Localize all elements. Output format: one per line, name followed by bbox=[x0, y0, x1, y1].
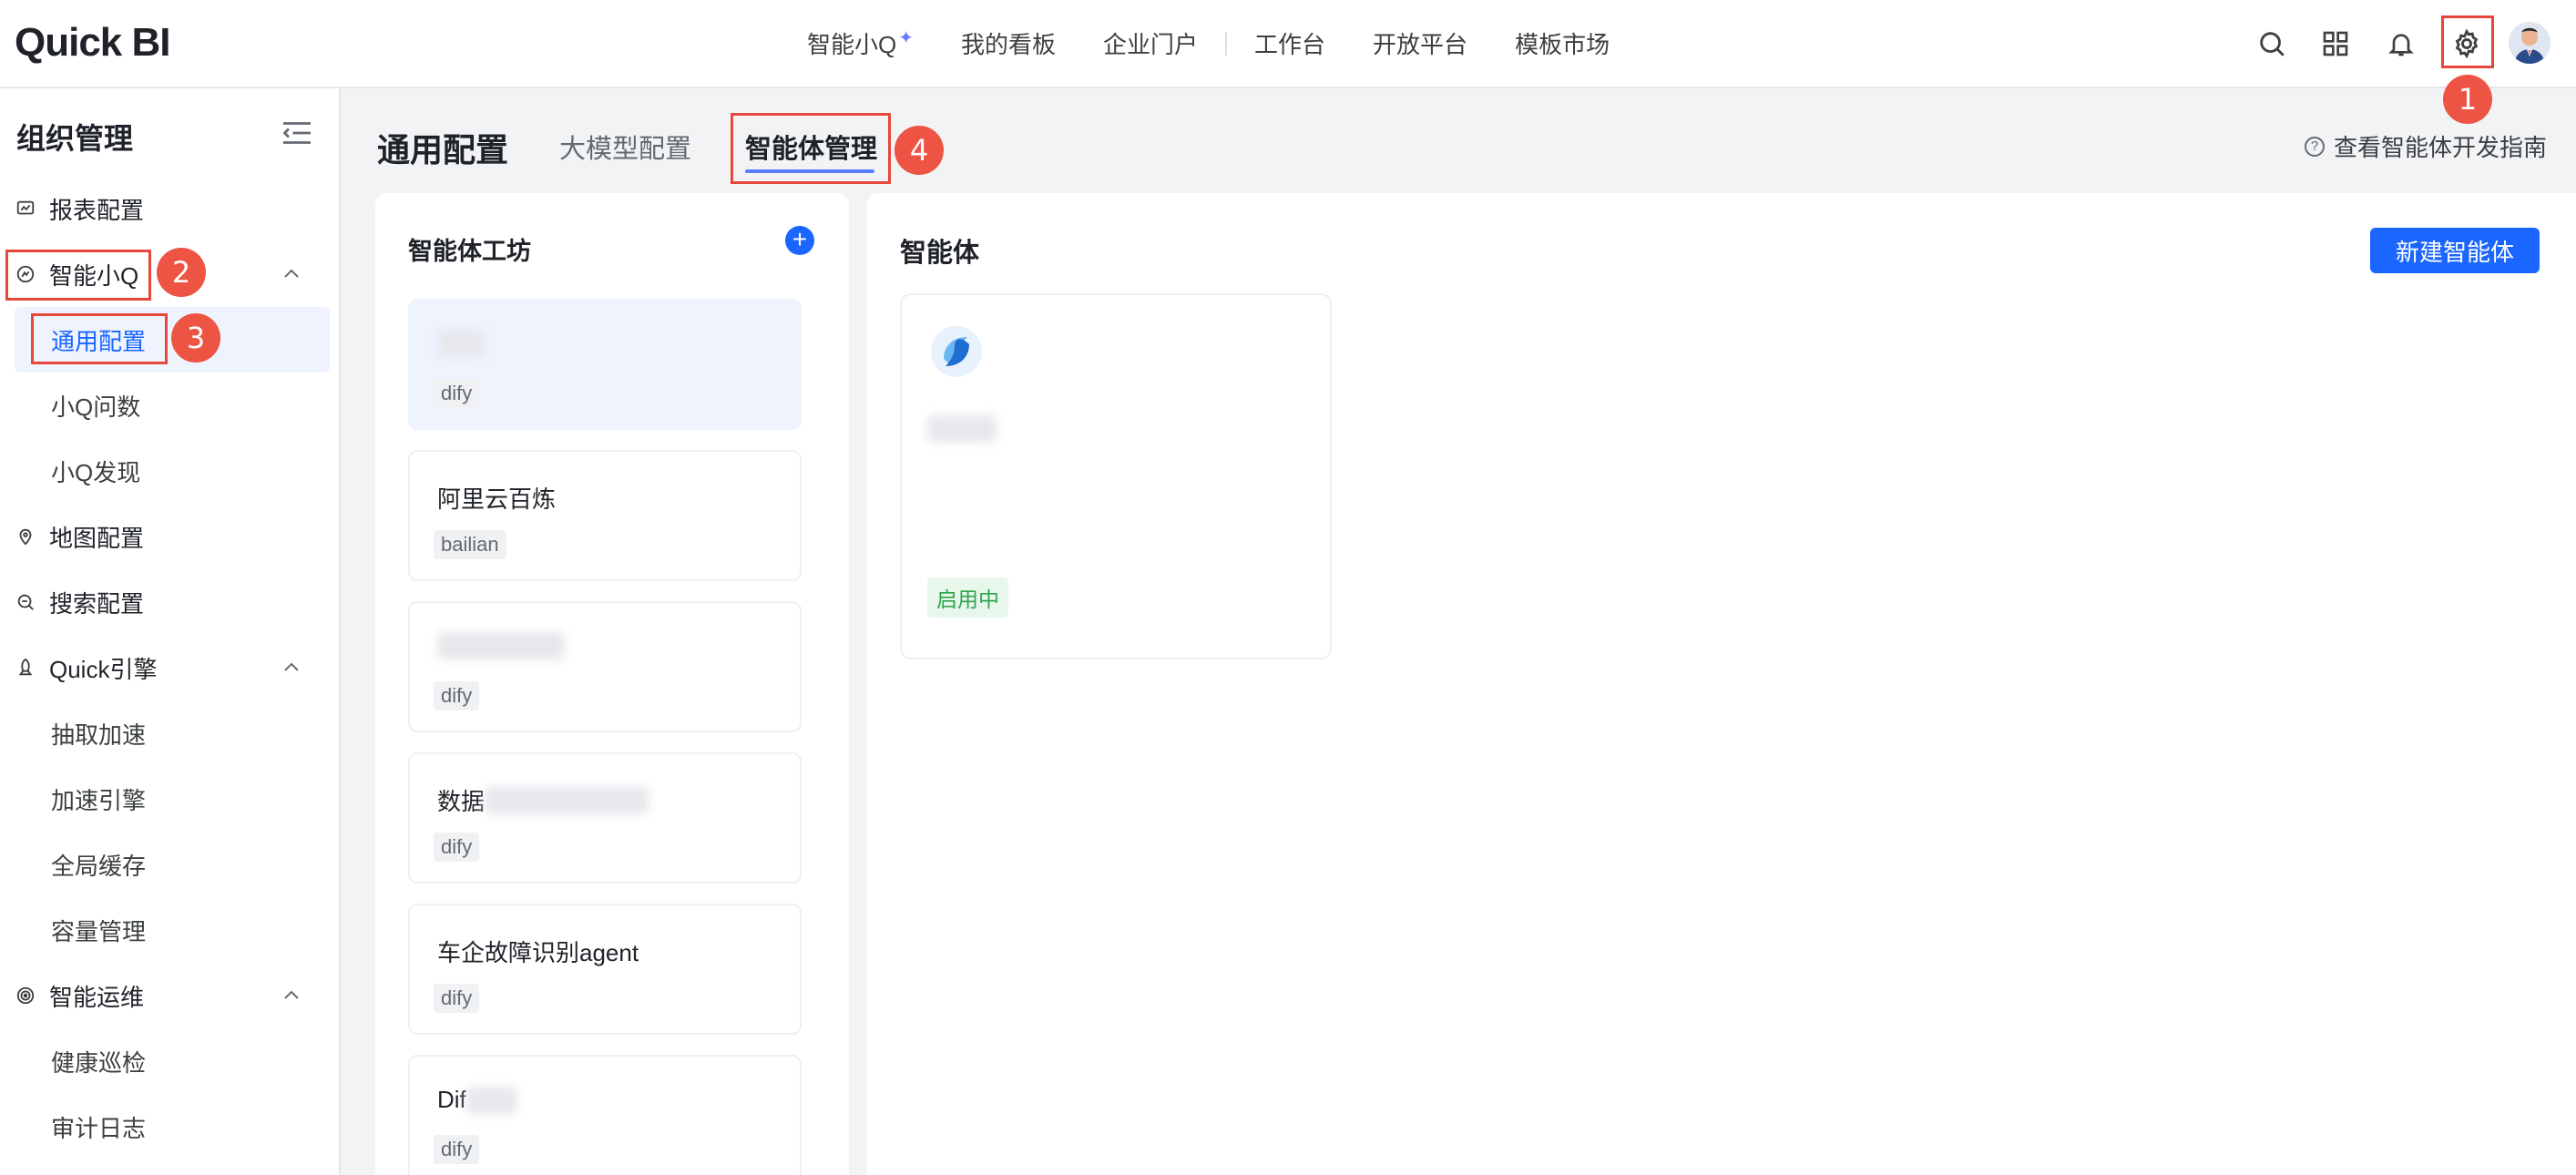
smart-q-icon bbox=[15, 263, 36, 285]
sidebar-item-label: 加速引擎 bbox=[51, 786, 147, 814]
chevron-up-icon[interactable] bbox=[281, 263, 302, 285]
sidebar-item-smart-ops[interactable]: 智能运维 bbox=[0, 963, 341, 1028]
agent-card[interactable]: 启用中 bbox=[900, 293, 1332, 659]
sidebar-item-label: 小Q问数 bbox=[51, 393, 141, 421]
sidebar-item-quick-engine[interactable]: Quick引擎 bbox=[0, 635, 341, 700]
agents-title: 智能体 bbox=[900, 239, 980, 268]
map-pin-icon bbox=[15, 526, 36, 547]
sidebar-item-label: 报表配置 bbox=[49, 196, 145, 224]
search-icon[interactable] bbox=[2252, 24, 2292, 64]
nav-open-platform[interactable]: 开放平台 bbox=[1373, 26, 1467, 60]
sidebar-item-label: Quick引擎 bbox=[49, 655, 158, 683]
workshop-card-name: 阿里云百炼 bbox=[437, 485, 557, 513]
chevron-up-icon[interactable] bbox=[281, 657, 302, 679]
sidebar-item-extract-accel[interactable]: 抽取加速 bbox=[0, 700, 341, 766]
workshop-card-name bbox=[437, 330, 485, 357]
new-agent-button[interactable]: 新建智能体 bbox=[2370, 228, 2540, 273]
annotation-badge-1: 1 bbox=[2443, 75, 2492, 124]
gear-icon[interactable] bbox=[2447, 24, 2487, 64]
sidebar-item-label: 抽取加速 bbox=[51, 720, 147, 749]
nav-divider bbox=[1225, 31, 1228, 56]
workshop-card[interactable]: dify bbox=[408, 601, 802, 732]
workshop-card-name: 车企故障识别agent bbox=[437, 939, 639, 966]
sidebar-item-health-check[interactable]: 健康巡检 bbox=[0, 1028, 341, 1094]
bell-icon[interactable] bbox=[2381, 24, 2421, 64]
agent-workshop-panel: 智能体工坊 + dify 阿里云百炼 bailian dify 数据 dify … bbox=[375, 193, 849, 1175]
dev-guide-label: 查看智能体开发指南 bbox=[2333, 134, 2547, 161]
rocket-icon bbox=[15, 657, 36, 679]
quick-bi-logo[interactable]: Quick BI bbox=[15, 20, 170, 66]
workshop-card[interactable]: dify bbox=[408, 299, 802, 430]
redacted-text bbox=[437, 330, 485, 357]
annotation-badge-3: 3 bbox=[171, 313, 220, 363]
workshop-card[interactable]: 车企故障识别agent dify bbox=[408, 904, 802, 1035]
tab-llm-config[interactable]: 大模型配置 bbox=[559, 128, 691, 166]
sidebar-item-label: 搜索配置 bbox=[49, 589, 145, 618]
sidebar-item-q-ask-data[interactable]: 小Q问数 bbox=[0, 373, 341, 438]
annotation-badge-4: 4 bbox=[894, 126, 944, 175]
collapse-sidebar-icon[interactable] bbox=[281, 119, 313, 147]
workshop-card-tag: bailian bbox=[434, 530, 506, 559]
sidebar-item-label: 审计日志 bbox=[51, 1114, 147, 1142]
nav-my-boards[interactable]: 我的看板 bbox=[961, 26, 1056, 60]
sidebar-item-report-config[interactable]: 报表配置 bbox=[0, 176, 341, 241]
nav-workbench[interactable]: 工作台 bbox=[1254, 26, 1325, 60]
agent-logo-icon bbox=[929, 324, 984, 379]
sidebar-item-global-cache[interactable]: 全局缓存 bbox=[0, 832, 341, 897]
sidebar-item-accel-engine[interactable]: 加速引擎 bbox=[0, 766, 341, 832]
annotation-badge-2: 2 bbox=[157, 248, 206, 297]
redacted-text bbox=[927, 415, 997, 443]
agent-name bbox=[927, 415, 997, 447]
sparkle-icon: ✦ bbox=[898, 28, 914, 48]
sidebar-item-label: 小Q发现 bbox=[51, 458, 141, 486]
tab-agent-management[interactable]: 智能体管理 bbox=[745, 128, 877, 166]
sidebar-item-label: 容量管理 bbox=[51, 917, 147, 945]
redacted-text bbox=[465, 1086, 517, 1114]
top-navigation: 智能小Q ✦ 我的看板 企业门户 工作台 开放平台 模板市场 bbox=[783, 0, 1633, 87]
agents-panel: 智能体 新建智能体 启用中 bbox=[867, 193, 2576, 1175]
workshop-card-tag: dify bbox=[434, 379, 480, 408]
workshop-card[interactable]: 数据 dify bbox=[408, 752, 802, 884]
sidebar-item-q-discover[interactable]: 小Q发现 bbox=[0, 438, 341, 504]
sidebar-item-label: 全局缓存 bbox=[51, 852, 147, 880]
chevron-up-icon[interactable] bbox=[281, 985, 302, 1006]
sidebar-item-label: 智能小Q bbox=[49, 261, 139, 290]
status-badge: 启用中 bbox=[927, 577, 1008, 618]
workshop-title: 智能体工坊 bbox=[408, 238, 531, 265]
workshop-card-name: Dif bbox=[437, 1086, 517, 1114]
target-icon bbox=[15, 985, 36, 1006]
redacted-text bbox=[485, 786, 649, 814]
search-config-icon bbox=[15, 591, 36, 613]
report-icon bbox=[15, 198, 36, 220]
apps-grid-icon[interactable] bbox=[2315, 24, 2356, 64]
sidebar-title: 组织管理 bbox=[16, 122, 134, 155]
sidebar-item-map-config[interactable]: 地图配置 bbox=[0, 504, 341, 569]
sidebar-item-audit-log[interactable]: 审计日志 bbox=[0, 1094, 341, 1160]
workshop-card-tag: dify bbox=[434, 984, 480, 1013]
avatar[interactable] bbox=[2509, 22, 2550, 64]
page-title: 通用配置 bbox=[377, 131, 509, 169]
workshop-card-tag: dify bbox=[434, 681, 480, 710]
workshop-card-tag: dify bbox=[434, 833, 480, 862]
workshop-card-tag: dify bbox=[434, 1135, 480, 1164]
add-workshop-button[interactable]: + bbox=[785, 226, 814, 255]
sidebar-item-label: 通用配置 bbox=[51, 327, 147, 355]
dev-guide-link[interactable]: ? 查看智能体开发指南 bbox=[2304, 129, 2547, 163]
nav-enterprise-portal[interactable]: 企业门户 bbox=[1103, 26, 1198, 60]
workshop-card-name: 数据 bbox=[437, 783, 649, 817]
nav-smart-q[interactable]: 智能小Q ✦ bbox=[807, 26, 914, 60]
sidebar-item-label: 健康巡检 bbox=[51, 1048, 147, 1077]
active-tab-indicator bbox=[745, 169, 874, 173]
workshop-card-name bbox=[437, 632, 565, 659]
redacted-text bbox=[437, 632, 565, 659]
sidebar-item-search-config[interactable]: 搜索配置 bbox=[0, 569, 341, 635]
sidebar-item-capacity[interactable]: 容量管理 bbox=[0, 897, 341, 963]
workshop-card[interactable]: Dif dify bbox=[408, 1055, 802, 1175]
sidebar-item-label: 地图配置 bbox=[49, 524, 145, 552]
workshop-card[interactable]: 阿里云百炼 bailian bbox=[408, 450, 802, 581]
sidebar-item-label: 智能运维 bbox=[49, 983, 145, 1011]
top-bar: Quick BI 智能小Q ✦ 我的看板 企业门户 工作台 开放平台 模板市场 bbox=[0, 0, 2576, 88]
help-circle-icon: ? bbox=[2304, 136, 2325, 157]
nav-template-market[interactable]: 模板市场 bbox=[1515, 26, 1610, 60]
